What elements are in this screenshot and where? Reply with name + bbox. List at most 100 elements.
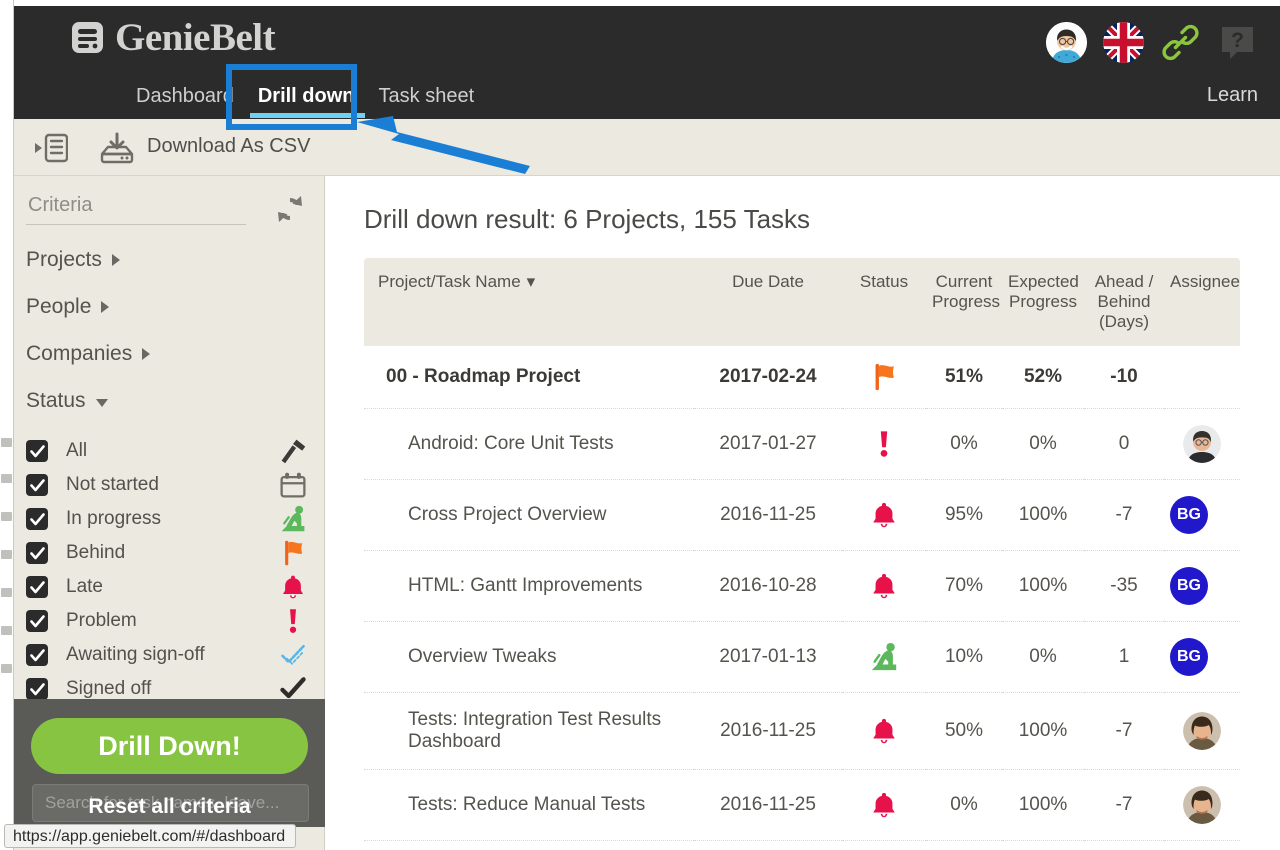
drill-down-result-title: Drill down result: 6 Projects, 155 Tasks — [364, 204, 810, 235]
cell-task-name[interactable]: Tests: Integration Test Results Dashboar… — [364, 693, 694, 770]
status-checkbox[interactable] — [26, 474, 48, 496]
cell-due-date: 2016-10-28 — [694, 551, 842, 622]
nav-tab-drill-down[interactable]: Drill down — [246, 82, 367, 118]
column-header-status[interactable]: Status — [842, 258, 926, 346]
cell-status — [842, 480, 926, 551]
cell-task-name[interactable]: Overview Tweaks — [364, 622, 694, 693]
exclamation-icon — [869, 433, 899, 454]
table-row-task[interactable]: Overview Tweaks2017-01-1310%0%1BG — [364, 622, 1240, 693]
cell-current-progress: 51% — [926, 346, 1002, 409]
criteria-input[interactable] — [26, 192, 246, 225]
filter-group-companies-label: Companies — [26, 342, 132, 366]
svg-text:?: ? — [1231, 29, 1244, 52]
cell-expected-progress: 100% — [1002, 770, 1084, 841]
status-filter-list: AllNot startedIn progress Behind Late Probl… — [26, 434, 316, 706]
cell-expected-progress: 52% — [1002, 346, 1084, 409]
cell-current-progress: 50% — [926, 693, 1002, 770]
status-filter-item-problem[interactable]: Problem — [26, 604, 316, 638]
table-row-task[interactable]: Android: Core Unit Tests2017-01-270%0%0 — [364, 409, 1240, 480]
cell-expected-progress: 0% — [1002, 622, 1084, 693]
uk-flag-icon[interactable] — [1103, 22, 1144, 63]
worker-icon — [869, 646, 899, 667]
table-row-task[interactable]: HTML: Gantt Improvements2016-10-2870%100… — [364, 551, 1240, 622]
cell-task-name[interactable]: Richard 45 Dina Beth — [364, 841, 694, 850]
column-header-assignee[interactable]: Assignee — [1164, 258, 1240, 346]
status-filter-item-awaiting-sign-off[interactable]: Awaiting sign-off — [26, 638, 316, 672]
cell-current-progress: 70% — [926, 551, 1002, 622]
nav-tab-dashboard[interactable]: Dashboard — [124, 82, 246, 118]
table-row-project[interactable]: 00 - Roadmap Project2017-02-2451%52%-10 — [364, 346, 1240, 409]
table-header-row: Project/Task Name▾ Due Date Status Curre… — [364, 258, 1240, 346]
status-checkbox[interactable] — [26, 576, 48, 598]
cell-current-progress: 0% — [926, 770, 1002, 841]
filter-group-companies[interactable]: Companies — [26, 342, 316, 366]
filter-group-people[interactable]: People — [26, 295, 316, 319]
nav-tab-task-sheet[interactable]: Task sheet — [367, 82, 487, 118]
column-header-name[interactable]: Project/Task Name▾ — [364, 258, 694, 346]
status-filter-label: Problem — [66, 610, 137, 632]
user-avatar-icon[interactable] — [1046, 22, 1087, 63]
avatar — [1183, 786, 1221, 824]
status-checkbox[interactable] — [26, 678, 48, 700]
status-checkbox[interactable] — [26, 610, 48, 632]
hammer-icon — [278, 436, 308, 466]
help-question-icon[interactable]: ? — [1217, 22, 1258, 63]
cell-due-date: 2016-11-25 — [694, 480, 842, 551]
status-checkbox[interactable] — [26, 508, 48, 530]
bell-icon — [869, 794, 899, 815]
status-filter-item-behind[interactable]: Behind — [26, 536, 316, 570]
filter-group-projects[interactable]: Projects — [26, 248, 316, 272]
cell-assignee — [1164, 841, 1240, 850]
column-header-due-date[interactable]: Due Date — [694, 258, 842, 346]
cell-current-progress: 0% — [926, 409, 1002, 480]
column-header-current-progress[interactable]: Current Progress — [926, 258, 1002, 346]
drill-down-action-panel: Drill Down! Reset all criteria — [14, 699, 325, 827]
results-table-wrapper: Project/Task Name▾ Due Date Status Curre… — [364, 258, 1240, 850]
results-table: Project/Task Name▾ Due Date Status Curre… — [364, 258, 1240, 850]
brand-logo[interactable]: GenieBelt — [71, 18, 275, 57]
cell-task-name[interactable]: 00 - Roadmap Project — [364, 346, 694, 409]
sort-chevron-down-icon: ▾ — [527, 272, 536, 292]
brand-name: GenieBelt — [115, 18, 275, 57]
cell-assignee — [1164, 770, 1240, 841]
status-filter-item-in-progress[interactable]: In progress — [26, 502, 316, 536]
criteria-row — [26, 192, 312, 225]
cell-task-name[interactable]: Android: Core Unit Tests — [364, 409, 694, 480]
cell-status — [842, 409, 926, 480]
cell-ahead-behind: 1 — [1084, 622, 1164, 693]
download-icon[interactable] — [98, 132, 136, 164]
cell-task-name[interactable]: Cross Project Overview — [364, 480, 694, 551]
column-header-expected-progress[interactable]: Expected Progress — [1002, 258, 1084, 346]
status-checkbox[interactable] — [26, 542, 48, 564]
column-header-ahead-behind[interactable]: Ahead / Behind (Days) — [1084, 258, 1164, 346]
learn-label[interactable]: Learn — [1207, 84, 1258, 107]
cell-status — [842, 693, 926, 770]
table-row-task[interactable]: Cross Project Overview2016-11-2595%100%-… — [364, 480, 1240, 551]
cell-assignee — [1164, 346, 1240, 409]
filter-group-status[interactable]: Status — [26, 389, 316, 413]
drill-down-button[interactable]: Drill Down! — [31, 718, 308, 774]
status-checkbox[interactable] — [26, 644, 48, 666]
avatar-initials: BG — [1170, 638, 1208, 676]
cell-task-name[interactable]: Tests: Reduce Manual Tests — [364, 770, 694, 841]
cell-ahead-behind: 0 — [1084, 409, 1164, 480]
orange-flag-icon — [869, 366, 899, 387]
geniebelt-logo-icon — [71, 21, 104, 54]
collapse-sidebar-icon[interactable] — [34, 133, 68, 163]
status-filter-item-not-started[interactable]: Not started — [26, 468, 316, 502]
table-row-task[interactable]: Tests: Integration Test Results Dashboar… — [364, 693, 1240, 770]
download-csv-label[interactable]: Download As CSV — [147, 135, 310, 158]
cell-ahead-behind: -10 — [1084, 346, 1164, 409]
cell-task-name[interactable]: HTML: Gantt Improvements — [364, 551, 694, 622]
status-filter-item-all[interactable]: All — [26, 434, 316, 468]
status-filter-label: Awaiting sign-off — [66, 644, 205, 666]
cell-current-progress: 88% — [926, 841, 1002, 850]
refresh-icon[interactable] — [274, 193, 306, 225]
table-row-project[interactable]: Richard 45 Dina Beth2016-11-0888%100%-27 — [364, 841, 1240, 850]
status-checkbox[interactable] — [26, 440, 48, 462]
status-filter-label: Behind — [66, 542, 125, 564]
reset-all-criteria-link[interactable]: Reset all criteria — [14, 795, 325, 819]
table-row-task[interactable]: Tests: Reduce Manual Tests2016-11-250%10… — [364, 770, 1240, 841]
status-filter-item-late[interactable]: Late — [26, 570, 316, 604]
link-chain-icon[interactable] — [1160, 22, 1201, 63]
